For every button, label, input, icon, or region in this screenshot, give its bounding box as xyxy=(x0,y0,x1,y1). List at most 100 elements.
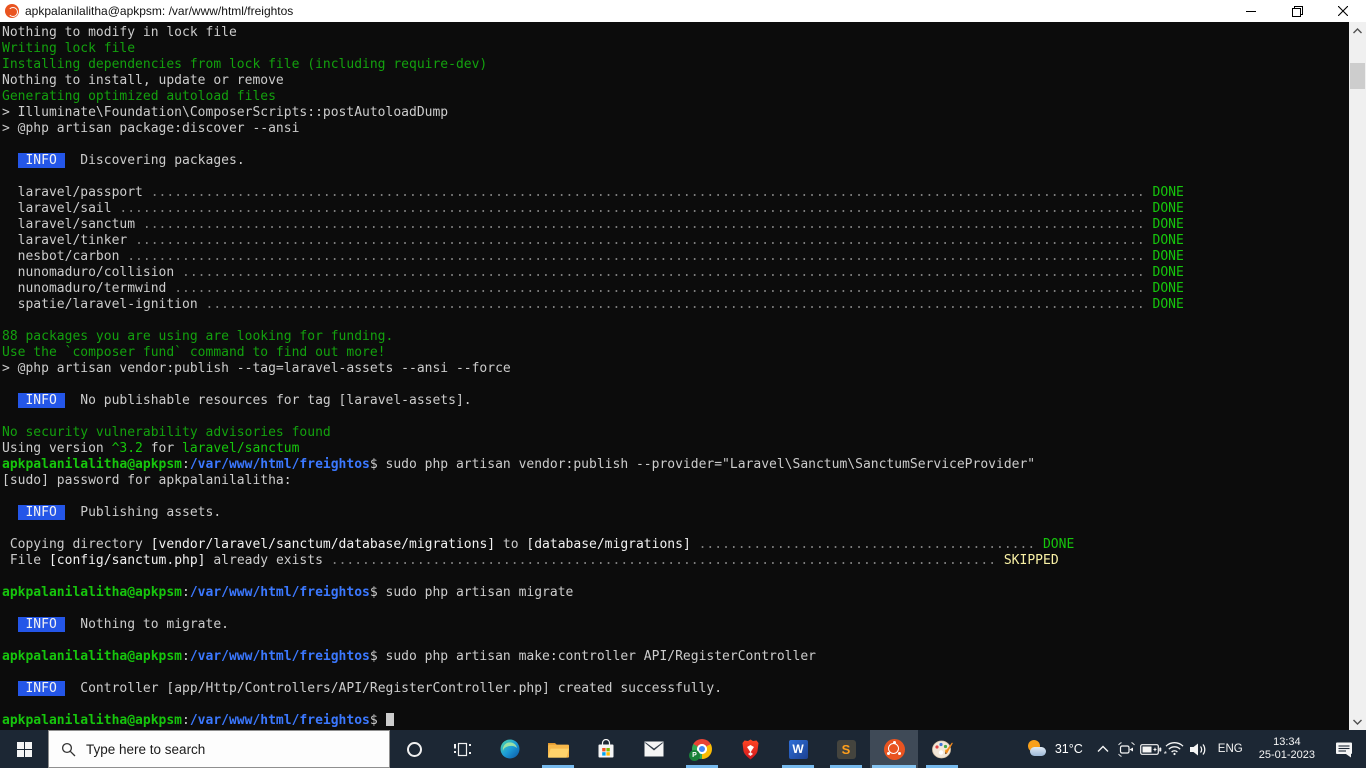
action-center-icon xyxy=(1336,742,1352,757)
terminal-line: apkpalanilalitha@apkpsm:/var/www/html/fr… xyxy=(2,585,574,600)
ubuntu-terminal-button[interactable] xyxy=(870,730,918,768)
clock[interactable]: 13:34 25-01-2023 xyxy=(1250,730,1324,768)
terminal-line: Nothing to modify in lock file xyxy=(2,25,237,40)
start-button[interactable] xyxy=(0,730,48,768)
network-status-button[interactable]: * xyxy=(1163,730,1187,768)
weather-widget[interactable]: 31°C xyxy=(1018,730,1091,768)
taskbar: Type here to search P W S 31°C * ENG 13:… xyxy=(0,730,1366,768)
terminal-line: laravel/sanctum ........................… xyxy=(2,217,1184,232)
info-badge: INFO xyxy=(17,617,65,632)
time-label: 13:34 xyxy=(1273,736,1301,748)
temperature-label: 31°C xyxy=(1054,742,1083,756)
terminal-output[interactable]: Nothing to modify in lock file Writing lo… xyxy=(0,22,1349,730)
terminal-line: INFO Controller [app/Http/Controllers/AP… xyxy=(17,681,723,696)
terminal-line: > @php artisan package:discover --ansi xyxy=(2,121,300,136)
terminal-line: Use the `composer fund` command to find … xyxy=(2,345,386,360)
terminal-line: laravel/sail ...........................… xyxy=(2,201,1184,216)
task-view-icon xyxy=(453,742,471,756)
terminal-line: Copying directory [vendor/laravel/sanctu… xyxy=(2,537,1075,552)
window-titlebar: apkpalanilalitha@apkpsm: /var/www/html/f… xyxy=(0,0,1366,22)
edge-button[interactable] xyxy=(486,730,534,768)
cortana-button[interactable] xyxy=(390,730,438,768)
terminal-scrollbar[interactable] xyxy=(1349,22,1366,730)
microsoft-store-button[interactable] xyxy=(582,730,630,768)
edge-icon xyxy=(500,739,520,759)
brave-icon xyxy=(742,739,758,759)
meet-now-camera-icon xyxy=(1118,741,1136,757)
language-indicator[interactable]: ENG xyxy=(1211,730,1250,768)
chevron-up-icon xyxy=(1097,745,1109,752)
terminal-line: File [config/sanctum.php] already exists… xyxy=(2,553,1059,568)
file-explorer-button[interactable] xyxy=(534,730,582,768)
scrollbar-thumb[interactable] xyxy=(1350,63,1365,89)
info-badge: INFO xyxy=(17,505,65,520)
terminal-line: Installing dependencies from lock file (… xyxy=(2,57,488,72)
ubuntu-window-icon xyxy=(5,4,19,18)
battery-status-button[interactable] xyxy=(1139,730,1163,768)
scrollbar-up-arrow-icon[interactable] xyxy=(1349,22,1366,39)
info-badge: INFO xyxy=(17,153,65,168)
wifi-no-internet-indicator: * xyxy=(1163,750,1167,759)
terminal-line: > @php artisan vendor:publish --tag=lara… xyxy=(2,361,511,376)
terminal-line: Writing lock file xyxy=(2,41,136,56)
terminal-window: Nothing to modify in lock file Writing lo… xyxy=(0,22,1366,730)
terminal-line: apkpalanilalitha@apkpsm:/var/www/html/fr… xyxy=(2,649,816,664)
search-icon xyxy=(61,742,76,756)
scrollbar-down-arrow-icon[interactable] xyxy=(1349,713,1366,730)
battery-charging-icon xyxy=(1139,743,1162,755)
brave-button[interactable] xyxy=(726,730,774,768)
mail-button[interactable] xyxy=(630,730,678,768)
sublime-text-button[interactable]: S xyxy=(822,730,870,768)
windows-logo-icon xyxy=(16,741,32,757)
paint3d-button[interactable] xyxy=(918,730,966,768)
terminal-line: INFO Discovering packages. xyxy=(17,153,245,168)
terminal-line: apkpalanilalitha@apkpsm:/var/www/html/fr… xyxy=(2,457,1036,472)
terminal-line: apkpalanilalitha@apkpsm:/var/www/html/fr… xyxy=(2,713,1349,729)
tray-expand-button[interactable] xyxy=(1091,730,1115,768)
restore-button[interactable] xyxy=(1274,0,1320,22)
info-badge: INFO xyxy=(17,393,65,408)
action-center-button[interactable] xyxy=(1324,730,1364,768)
terminal-line: nesbot/carbon ..........................… xyxy=(2,249,1184,264)
system-tray: 31°C * ENG 13:34 25-01-2023 xyxy=(1018,730,1366,768)
file-explorer-icon xyxy=(547,742,569,758)
minimize-button[interactable] xyxy=(1228,0,1274,22)
terminal-line: Generating optimized autoload files xyxy=(2,89,276,104)
terminal-cursor xyxy=(385,713,394,726)
meet-now-button[interactable] xyxy=(1115,730,1139,768)
close-button[interactable] xyxy=(1320,0,1366,22)
terminal-line: laravel/passport .......................… xyxy=(2,185,1184,200)
search-placeholder: Type here to search xyxy=(86,741,206,757)
terminal-line: nunomaduro/collision ...................… xyxy=(2,265,1184,280)
word-button[interactable]: W xyxy=(774,730,822,768)
microsoft-store-icon xyxy=(598,739,614,758)
mail-icon xyxy=(644,741,664,757)
weather-icon xyxy=(1026,740,1048,758)
info-badge: INFO xyxy=(17,681,65,696)
task-view-button[interactable] xyxy=(438,730,486,768)
terminal-line: 88 packages you are using are looking fo… xyxy=(2,329,394,344)
word-icon: W xyxy=(788,739,808,759)
sublime-text-icon: S xyxy=(836,739,856,759)
terminal-line: INFO Publishing assets. xyxy=(17,505,222,520)
window-title: apkpalanilalitha@apkpsm: /var/www/html/f… xyxy=(25,4,294,18)
chrome-button[interactable]: P xyxy=(678,730,726,768)
terminal-line: No security vulnerability advisories fou… xyxy=(2,425,331,440)
terminal-line: INFO No publishable resources for tag [l… xyxy=(17,393,472,408)
date-label: 25-01-2023 xyxy=(1258,749,1315,761)
terminal-line: INFO Nothing to migrate. xyxy=(17,617,229,632)
volume-button[interactable] xyxy=(1187,730,1211,768)
speaker-icon xyxy=(1190,743,1206,755)
terminal-line: Nothing to install, update or remove xyxy=(2,73,284,88)
taskbar-search-input[interactable]: Type here to search xyxy=(48,730,390,768)
terminal-line: nunomaduro/termwind ....................… xyxy=(2,281,1184,296)
